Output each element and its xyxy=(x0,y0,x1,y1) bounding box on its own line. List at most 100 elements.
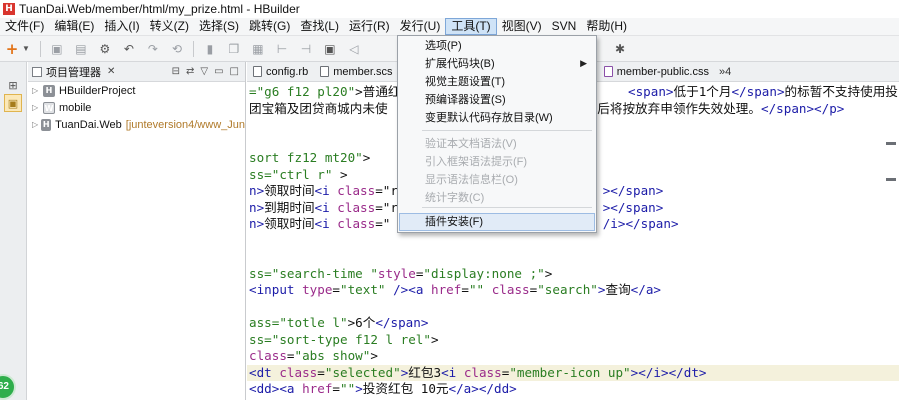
tree-item[interactable]: ▷ H TuanDai.Web [junteversion4/www_Jun xyxy=(28,116,245,133)
new-file-dropdown-icon[interactable]: ▼ xyxy=(22,44,30,53)
collapse-all-icon[interactable]: ⊟ xyxy=(172,66,180,77)
code-line: ss="sort-type f12 l rel"> xyxy=(247,332,899,349)
menu-item[interactable]: 文件(F) xyxy=(0,18,49,35)
submenu-arrow-icon: ▶ xyxy=(580,59,587,69)
menu-item[interactable]: 转义(Z) xyxy=(145,18,194,35)
tree-item[interactable]: ▷ H HBuilderProject xyxy=(28,82,245,99)
back-icon[interactable]: ◁ xyxy=(345,40,363,58)
code-token: 领取时间 xyxy=(264,216,315,231)
code-line: ss="search-time "style="display:none ;"> xyxy=(247,266,899,283)
collapse-icon[interactable]: ⊢ xyxy=(273,40,291,58)
close-icon[interactable]: ✕ xyxy=(107,66,115,77)
tools-menu-item: 显示语法信息栏(O) xyxy=(399,171,595,189)
menu-item[interactable]: 发行(U) xyxy=(395,18,446,35)
code-token: <dd><a xyxy=(249,381,303,396)
undo-icon[interactable]: ↶ xyxy=(120,40,138,58)
minimize-icon[interactable]: ▭ xyxy=(214,66,223,77)
tools-menu-item[interactable]: 预编译器设置(S) xyxy=(399,91,595,109)
project-icon: H xyxy=(43,84,55,97)
code-token: "display:none ;" xyxy=(423,265,545,281)
menu-item[interactable]: 编辑(E) xyxy=(49,18,99,35)
code-token: <i xyxy=(314,216,338,231)
tools-menu-item[interactable]: 变更默认代码存放目录(W) xyxy=(399,109,595,127)
menu-item[interactable]: 查找(L) xyxy=(295,18,344,35)
code-token: ="r xyxy=(375,183,398,198)
left-view-strip: ⊞ ▣ 62 xyxy=(0,62,27,400)
code-token: "" xyxy=(340,381,356,396)
code-token: n> xyxy=(249,199,265,215)
tree-item-label: HBuilderProject xyxy=(59,84,136,97)
editor-tab[interactable]: member.scs xyxy=(314,62,398,82)
editor-tab-label: member-public.css xyxy=(616,65,709,78)
code-token: "abs show" xyxy=(294,348,371,363)
code-token: href xyxy=(431,282,462,297)
code-token: </span> xyxy=(375,315,429,330)
tree-item[interactable]: ▷ Wmobile xyxy=(28,99,245,116)
code-token: class xyxy=(279,364,318,380)
plugin-icon[interactable]: ✱ xyxy=(611,40,629,58)
menu-item[interactable]: 帮助(H) xyxy=(581,18,632,35)
tab-project-manager[interactable]: 项目管理器 ✕ xyxy=(32,64,115,80)
project-view-icon[interactable]: ▣ xyxy=(4,94,22,112)
tools-menu-item[interactable]: 扩展代码块(B) ▶ xyxy=(399,55,595,73)
copy-icon[interactable]: ❐ xyxy=(225,40,243,58)
ruler-mark[interactable] xyxy=(886,178,896,181)
code-token: <dt xyxy=(249,364,280,380)
editor-tab[interactable]: config.rb xyxy=(247,62,314,82)
menu-item[interactable]: 运行(R) xyxy=(344,18,395,35)
menu-item[interactable]: 工具(T) xyxy=(445,18,497,35)
ruler-mark[interactable] xyxy=(886,142,896,145)
editor-tab[interactable]: member-public.css xyxy=(598,62,715,82)
tools-menu-item: 验证本文档语法(V) xyxy=(399,135,595,153)
editor-tab-label: config.rb xyxy=(266,65,309,78)
menu-item[interactable]: 跳转(G) xyxy=(244,18,295,35)
expand-icon[interactable]: ⊣ xyxy=(297,40,315,58)
expand-arrow-icon[interactable]: ▷ xyxy=(32,86,41,95)
expand-arrow-icon[interactable]: ▷ xyxy=(32,120,39,129)
code-token: /><a xyxy=(385,282,432,297)
toolbar-separator xyxy=(39,40,41,57)
file-icon xyxy=(253,66,262,77)
code-token: =" xyxy=(375,216,391,231)
code-token: "search" xyxy=(537,282,598,297)
window-title: TuanDai.Web/member/html/my_prize.html - … xyxy=(19,2,300,16)
redo-icon[interactable]: ↷ xyxy=(144,40,162,58)
file-icon xyxy=(603,66,613,77)
build-icon[interactable]: ⚙ xyxy=(96,40,114,58)
tools-menu-item-label: 扩展代码块(B) xyxy=(425,58,495,70)
save-icon[interactable]: ▣ xyxy=(48,40,66,58)
sync-icon[interactable]: ⟲ xyxy=(168,40,186,58)
code-line: class="abs show"> xyxy=(247,348,899,365)
menu-item[interactable]: 插入(I) xyxy=(99,18,144,35)
tools-menu-item[interactable]: 插件安装(F) xyxy=(399,213,595,231)
code-token: > xyxy=(362,150,371,165)
code-token: "member-icon up" xyxy=(509,364,631,380)
menu-item[interactable]: 视图(V) xyxy=(497,18,547,35)
code-token: <input xyxy=(249,282,303,297)
link-editor-icon[interactable]: ⇄ xyxy=(186,66,194,77)
maximize-icon[interactable]: □ xyxy=(230,66,239,77)
tree-item-label: mobile xyxy=(59,101,92,114)
code-token: = xyxy=(317,364,325,380)
new-view-icon[interactable]: ⊞ xyxy=(4,76,22,94)
bookmark-icon[interactable]: ▮ xyxy=(201,40,219,58)
tools-menu-item-label: 验证本文档语法(V) xyxy=(425,138,517,150)
tools-menu-item[interactable]: 选项(P) xyxy=(399,37,595,55)
code-line: ass="totle l">6个</span> xyxy=(247,315,899,332)
tools-menu-item[interactable]: 视觉主题设置(T) xyxy=(399,73,595,91)
overview-ruler[interactable] xyxy=(883,82,899,400)
view-menu-icon[interactable]: ▽ xyxy=(200,66,208,77)
preview-icon[interactable]: ▣ xyxy=(321,40,339,58)
new-file-icon[interactable]: + xyxy=(3,40,21,58)
tools-menu-dropdown: 选项(P) 扩展代码块(B) ▶ 视觉主题设置(T) 预编译器设置(S) 变更默认代码存放… xyxy=(397,35,597,233)
code-token: > xyxy=(370,348,378,363)
code-token: href xyxy=(302,381,333,396)
menu-item[interactable]: SVN xyxy=(547,18,582,35)
menu-item[interactable]: 选择(S) xyxy=(194,18,244,35)
expand-arrow-icon[interactable]: ▷ xyxy=(32,103,41,112)
paste-icon[interactable]: ▦ xyxy=(249,40,267,58)
save-all-icon[interactable]: ▤ xyxy=(72,40,90,58)
panel-actions: ⊟ ⇄ ▽ ▭ □ xyxy=(172,66,245,77)
tab-overflow-indicator[interactable]: »4 xyxy=(715,66,735,78)
